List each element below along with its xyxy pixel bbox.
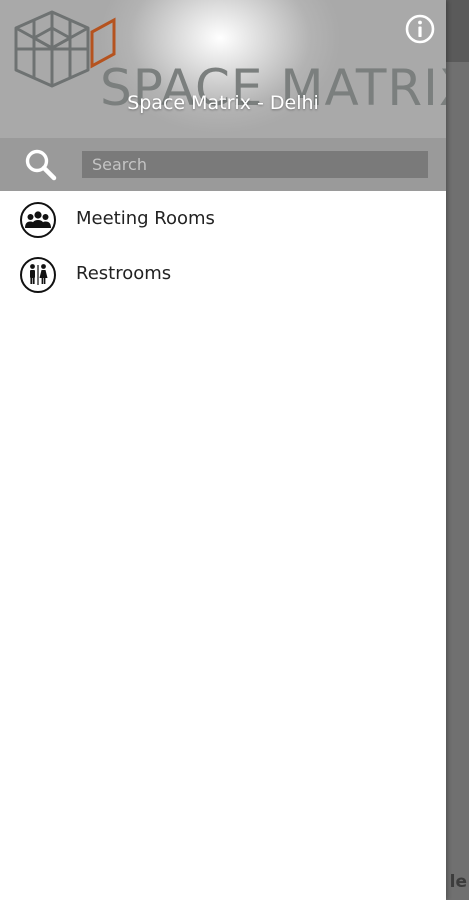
restroom-icon	[20, 257, 56, 293]
search-input[interactable]	[82, 151, 428, 178]
menu-item-restrooms[interactable]: Restrooms	[0, 247, 446, 302]
scrim-toolbar	[446, 0, 469, 62]
menu-item-meeting-rooms[interactable]: Meeting Rooms	[0, 192, 446, 247]
menu-item-label: Meeting Rooms	[76, 208, 215, 229]
drawer-scrim[interactable]: le	[446, 0, 469, 900]
search-icon[interactable]	[24, 148, 58, 182]
drawer-menu: Meeting Rooms Restrooms	[0, 192, 446, 302]
navigation-drawer: SPACE MATRIX Space Matrix - Delhi Search…	[0, 0, 446, 900]
drawer-header: SPACE MATRIX Space Matrix - Delhi	[0, 0, 446, 138]
scrim-partial-text: le	[449, 872, 467, 892]
group-icon	[20, 202, 56, 238]
page-title: Space Matrix - Delhi	[127, 92, 319, 114]
search-bar	[0, 138, 446, 191]
info-icon[interactable]	[404, 13, 436, 45]
menu-item-label: Restrooms	[76, 263, 172, 284]
